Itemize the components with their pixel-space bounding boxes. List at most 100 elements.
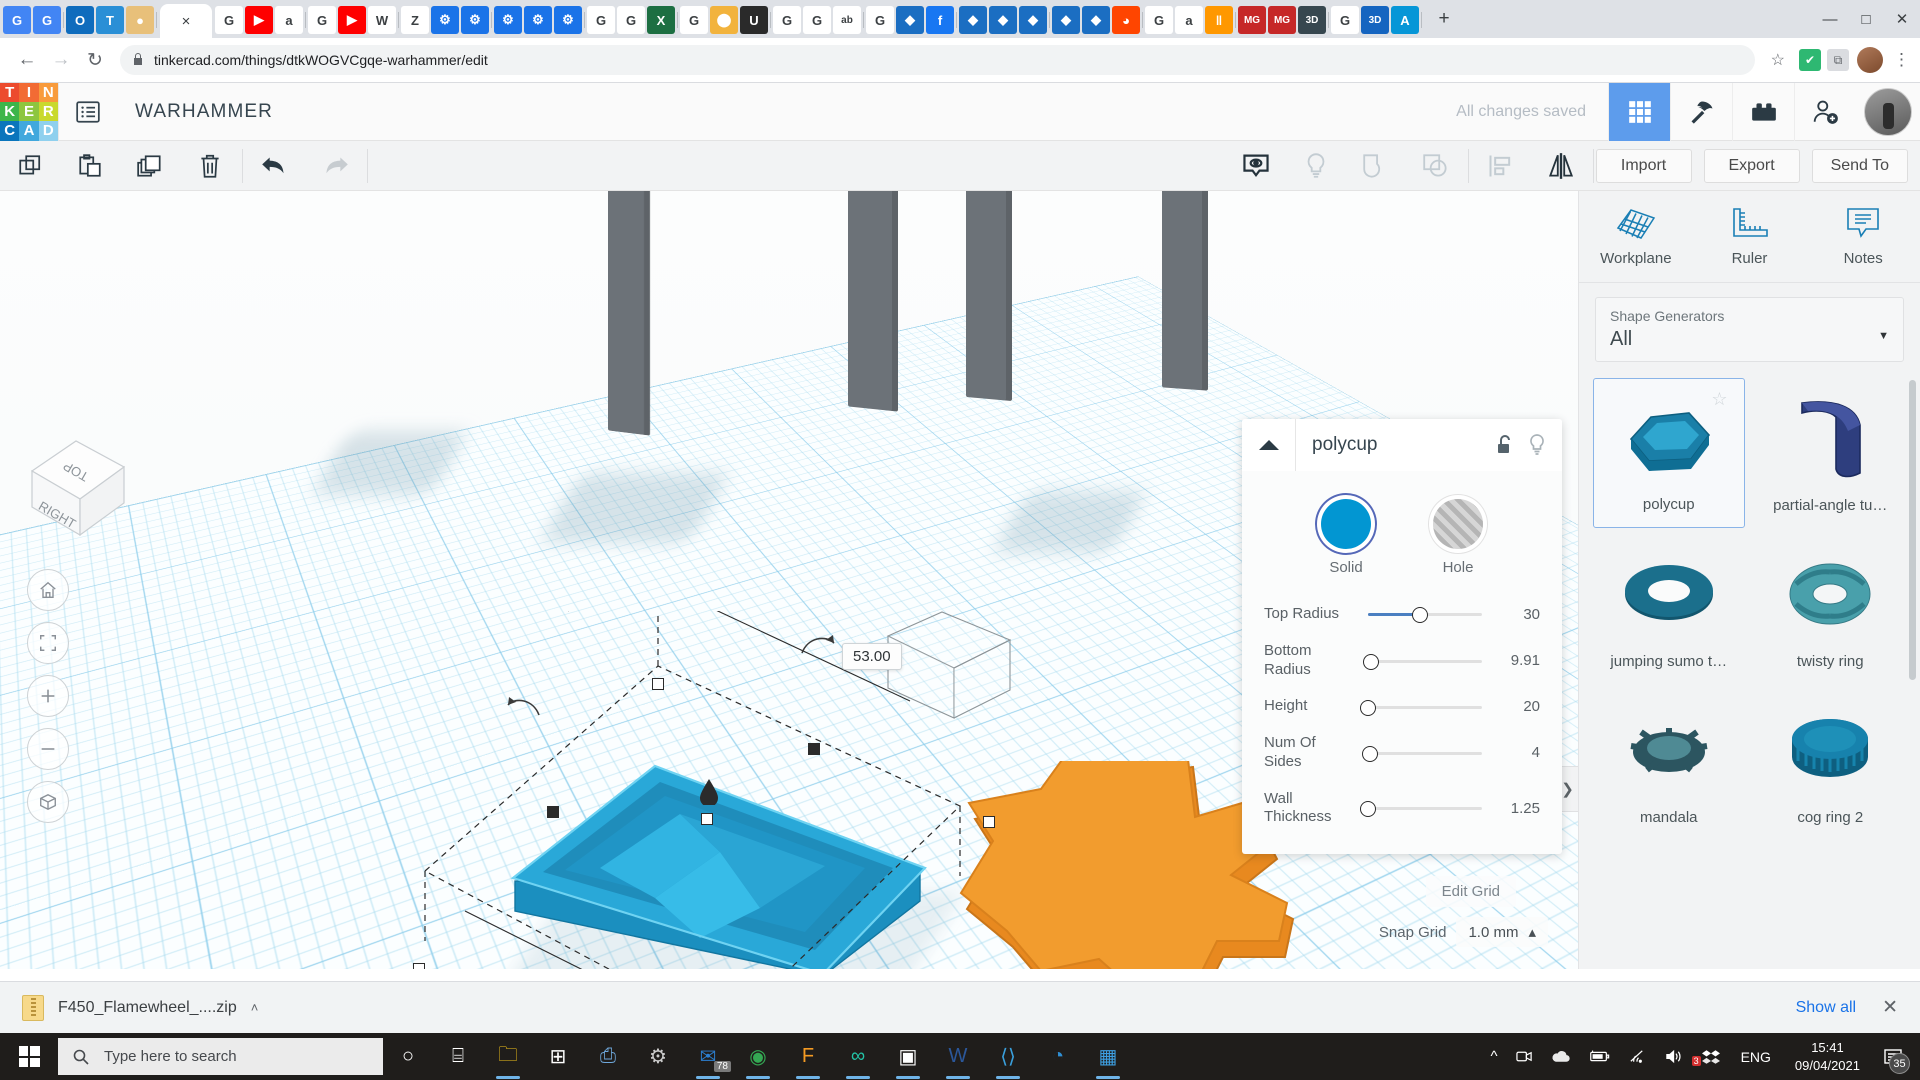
notification-center-button[interactable]: 35 xyxy=(1872,1033,1914,1080)
tab-favicon-google-6[interactable]: G xyxy=(773,6,801,34)
slider-track[interactable] xyxy=(1360,698,1482,716)
resize-handle-bottom-left[interactable] xyxy=(413,963,425,969)
tab-favicon-youtube-2[interactable]: ▶ xyxy=(338,6,366,34)
taskbar-vscode-app[interactable]: ⟨⟩ xyxy=(983,1033,1033,1080)
check-extension-icon[interactable]: ✔ xyxy=(1799,49,1821,71)
zoom-out-button[interactable] xyxy=(27,728,69,770)
duplicate-button[interactable] xyxy=(120,141,180,191)
import-button[interactable]: Import xyxy=(1595,148,1692,183)
copy-button[interactable] xyxy=(0,141,60,191)
taskbar-clock[interactable]: 15:41 09/04/2021 xyxy=(1783,1039,1872,1074)
tab-favicon-unity[interactable]: U xyxy=(740,6,768,34)
fit-to-view-button[interactable] xyxy=(27,622,69,664)
taskbar-chrome-browser[interactable]: ◉ xyxy=(733,1033,783,1080)
window-maximize-button[interactable]: □ xyxy=(1848,4,1884,34)
tab-favicon-google-10[interactable]: G xyxy=(1331,6,1359,34)
window-minimize-button[interactable]: — xyxy=(1812,4,1848,34)
tab-favicon-character-tab[interactable]: ● xyxy=(126,6,154,34)
tab-favicon-excel[interactable]: X xyxy=(647,6,675,34)
taskbar-mail-app[interactable]: ✉ 78 xyxy=(683,1033,733,1080)
tab-favicon-google-5[interactable]: G xyxy=(680,6,708,34)
close-downloads-bar-button[interactable]: ✕ xyxy=(1882,996,1898,1019)
tab-favicon-google-1[interactable]: G xyxy=(215,6,243,34)
shape-card-jumping-sumo-tire[interactable]: jumping sumo t… xyxy=(1593,534,1745,684)
taskbar-tinkercad-app[interactable]: ▦ xyxy=(1083,1033,1133,1080)
bulb-icon[interactable] xyxy=(1524,419,1562,471)
tab-favicon-youtube-1[interactable]: ▶ xyxy=(245,6,273,34)
taskbar-microsoft-store[interactable]: ⊞ xyxy=(533,1033,583,1080)
tab-favicon-google-7[interactable]: G xyxy=(803,6,831,34)
codeblocks-pickaxe-button[interactable] xyxy=(1670,82,1732,141)
tab-favicon-reddit[interactable]: ◕ xyxy=(1112,6,1140,34)
resize-handle-center[interactable] xyxy=(701,813,713,825)
window-close-button[interactable]: ✕ xyxy=(1884,4,1920,34)
tab-close-icon[interactable]: × xyxy=(182,14,191,29)
delete-button[interactable] xyxy=(180,141,240,191)
tab-favicon-outlook[interactable]: O xyxy=(66,6,94,34)
tab-favicon-settings-3[interactable]: ⚙ xyxy=(494,6,522,34)
puzzle-extension-icon[interactable]: ⧉ xyxy=(1827,49,1849,71)
shape-generators-dropdown[interactable]: Shape Generators All ▼ xyxy=(1595,297,1904,362)
tab-favicon-candy[interactable]: ⬤ xyxy=(710,6,738,34)
slider-value[interactable]: 20 xyxy=(1494,698,1540,715)
tab-favicon-zlib[interactable]: Z xyxy=(401,6,429,34)
tab-favicon-settings-5[interactable]: ⚙ xyxy=(554,6,582,34)
resize-handle-left[interactable] xyxy=(547,806,559,818)
taskbar-infinity-app[interactable]: ∞ xyxy=(833,1033,883,1080)
tab-favicon-settings-2[interactable]: ⚙ xyxy=(461,6,489,34)
taskbar-printer-app[interactable]: ⎙ xyxy=(583,1033,633,1080)
profile-avatar[interactable] xyxy=(1857,47,1883,73)
favorite-star-icon[interactable]: ☆ xyxy=(1711,389,1727,410)
slider-knob[interactable] xyxy=(1362,745,1379,762)
tab-favicon-autodesk[interactable]: A xyxy=(1391,6,1419,34)
tab-favicon-dictionary[interactable]: ab xyxy=(833,6,861,34)
design-list-button[interactable] xyxy=(59,83,117,141)
bricks-button[interactable] xyxy=(1732,82,1794,141)
slider-value[interactable]: 1.25 xyxy=(1494,800,1540,817)
tab-favicon-settings-1[interactable]: ⚙ xyxy=(431,6,459,34)
tab-favicon-3d-1[interactable]: 3D xyxy=(1298,6,1326,34)
ortho-perspective-button[interactable] xyxy=(27,781,69,823)
tab-favicon-mg-2[interactable]: MG xyxy=(1268,6,1296,34)
download-item[interactable]: F450_Flamewheel_....zip ˄ xyxy=(22,994,259,1021)
slider-knob[interactable] xyxy=(1412,607,1429,624)
address-bar[interactable]: tinkercad.com/things/dtkWOGVCgqe-warhamm… xyxy=(120,45,1755,75)
notes-tool[interactable]: Notes xyxy=(1806,191,1920,282)
height-handle-cone[interactable] xyxy=(700,779,720,805)
user-avatar[interactable] xyxy=(1864,87,1912,136)
tab-favicon-onedrive-3[interactable]: ◆ xyxy=(989,6,1017,34)
wifi-icon[interactable] xyxy=(1619,1049,1656,1064)
taskbar-drone-app[interactable]: ⚙ xyxy=(633,1033,683,1080)
slider-track[interactable] xyxy=(1362,744,1482,762)
tab-favicon-facebook[interactable]: f xyxy=(926,6,954,34)
rotate-handle-top[interactable] xyxy=(798,631,838,661)
tab-favicon-thingiverse[interactable]: T xyxy=(96,6,124,34)
taskbar-fusion360-app[interactable]: F xyxy=(783,1033,833,1080)
tab-favicon-settings-4[interactable]: ⚙ xyxy=(524,6,552,34)
shape-card-mandala[interactable]: mandala xyxy=(1593,690,1745,840)
view-cube[interactable]: TOP RIGHT xyxy=(18,419,138,539)
taskbar-task-view-button[interactable]: ⌸ xyxy=(433,1033,483,1080)
ruler-tool[interactable]: Ruler xyxy=(1693,191,1807,282)
mirror-button[interactable] xyxy=(1531,141,1591,191)
tab-favicon-onedrive-1[interactable]: ◆ xyxy=(896,6,924,34)
dimension-label-depth[interactable]: 53.00 xyxy=(842,643,902,670)
undo-button[interactable] xyxy=(245,141,305,191)
download-menu-caret-icon[interactable]: ˄ xyxy=(251,1000,259,1015)
slider-value[interactable]: 4 xyxy=(1494,744,1540,761)
taskbar-search-box[interactable]: Type here to search xyxy=(58,1038,383,1075)
shape-card-twisty-ring[interactable]: twisty ring xyxy=(1755,534,1907,684)
show-all-downloads-link[interactable]: Show all xyxy=(1796,999,1856,1017)
paste-button[interactable] xyxy=(60,141,120,191)
slider-track[interactable] xyxy=(1368,605,1482,624)
tab-favicon-google-8[interactable]: G xyxy=(866,6,894,34)
browser-menu-button[interactable]: ⋮ xyxy=(1883,50,1910,70)
onedrive-icon[interactable] xyxy=(1542,1050,1579,1063)
invite-people-button[interactable] xyxy=(1794,82,1856,141)
bookmark-star-icon[interactable]: ☆ xyxy=(1763,50,1793,70)
edit-grid-button[interactable]: Edit Grid xyxy=(1425,876,1516,907)
taskbar-cortana-button[interactable]: ○ xyxy=(383,1033,433,1080)
taskbar-video-app[interactable]: ▣ xyxy=(883,1033,933,1080)
show-hidden-icons-button[interactable]: ^ xyxy=(1482,1048,1507,1065)
tab-favicon-amazon[interactable]: a xyxy=(275,6,303,34)
